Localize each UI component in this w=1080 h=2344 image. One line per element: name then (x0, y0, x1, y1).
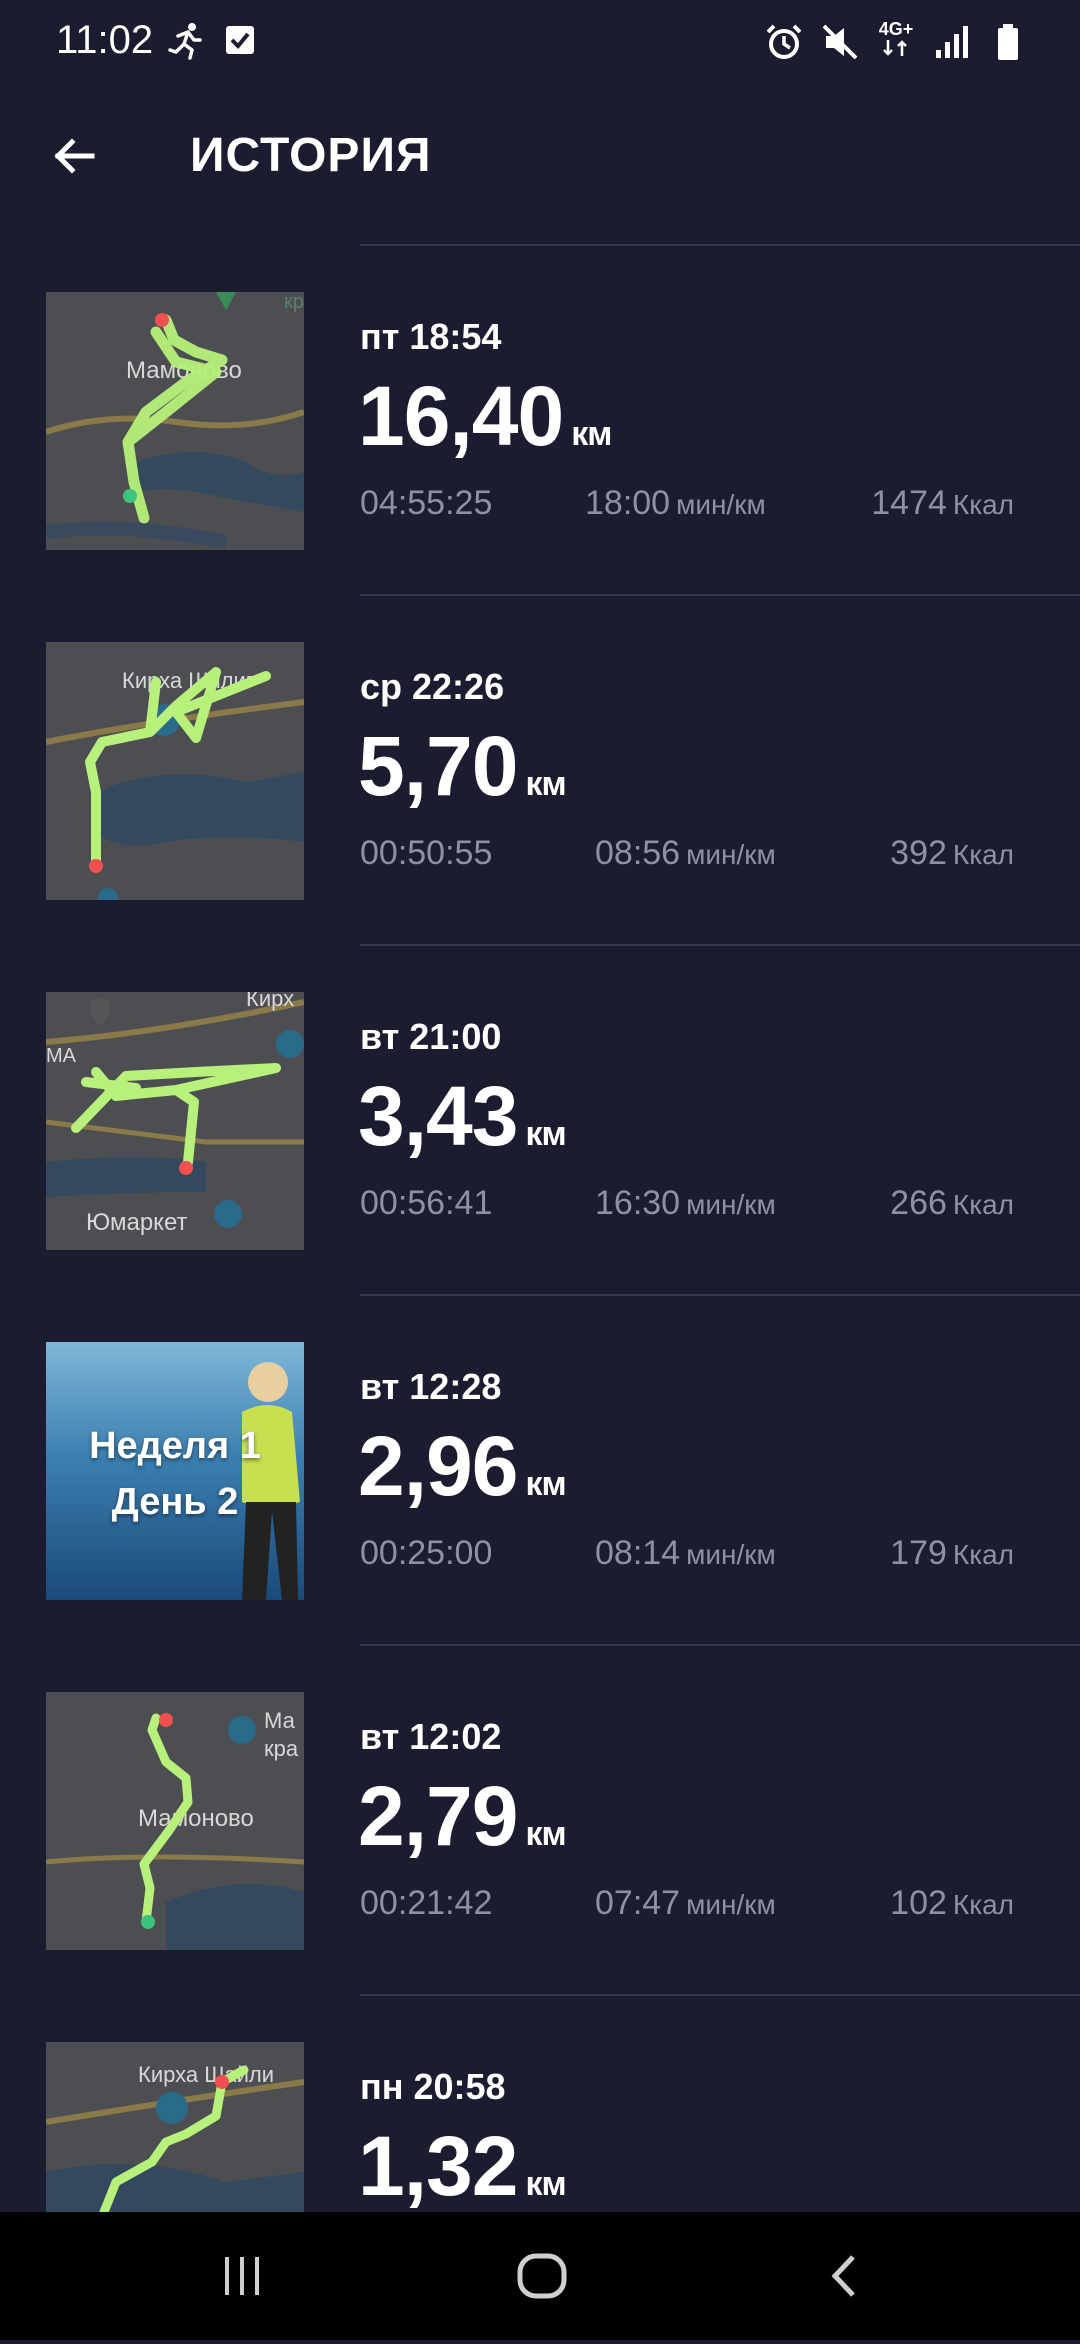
arrow-left-icon (54, 138, 95, 174)
history-item-time: пт 18:54 (360, 316, 502, 357)
history-item-time: пн 20:58 (360, 2066, 506, 2107)
pace: 07:47 мин/км (595, 1884, 776, 1922)
pace: 08:14 мин/км (595, 1534, 776, 1572)
duration: 00:50:55 (360, 834, 493, 872)
map-label: Кирха Шайли (138, 2062, 274, 2087)
history-item-time: ср 22:26 (360, 666, 505, 707)
duration: 00:21:42 (360, 1884, 493, 1922)
page-title: ИСТОРИЯ (190, 129, 432, 182)
status-time: 11:02 (56, 18, 154, 62)
duration: 00:25:00 (360, 1534, 493, 1572)
history-item[interactable]: Кирх МА Юмаркет вт 21:00 3,43 км 00:56:41… (0, 944, 1080, 1294)
recent-apps-button[interactable] (202, 2242, 282, 2310)
mute-icon (822, 24, 858, 59)
duration: 00:56:41 (360, 1184, 493, 1222)
history-item-distance: 2,96 км (358, 1419, 567, 1513)
history-item-time: вт 12:28 (360, 1366, 502, 1407)
map-label: МА (46, 1045, 77, 1067)
training-plan-thumbnail: Неделя 1 День 2 (46, 1342, 304, 1600)
pace: 08:56 мин/км (595, 834, 776, 872)
history-item-distance: 16,40 км (358, 369, 612, 463)
home-icon (517, 2253, 567, 2299)
calories: 1474 Ккал (871, 484, 1014, 522)
history-item-time: вт 12:02 (360, 1716, 502, 1757)
pace: 16:30 мин/км (595, 1184, 776, 1222)
signal-icon (936, 25, 968, 58)
route-map-thumbnail: кра Мамоново (46, 292, 304, 550)
map-label: Юмаркет (86, 1209, 187, 1236)
map-label: Мамоново (138, 1805, 254, 1832)
map-label: кра (284, 292, 304, 313)
network-label: 4G+ (876, 20, 916, 63)
map-label: Ма (264, 1708, 296, 1733)
map-label: Кирх (246, 992, 294, 1011)
history-item[interactable]: Ма кра Мамоново вт 12:02 2,79 км 00:21:42… (0, 1644, 1080, 1994)
history-item-distance: 2,79 км (358, 1769, 567, 1863)
calories: 392 Ккал (890, 834, 1014, 872)
route-map-thumbnail: Кирха Шилиг (46, 642, 304, 900)
history-item[interactable]: кра Мамоново пт 18:54 16,40км 04:55:25 1… (0, 244, 1080, 594)
back-button[interactable] (42, 124, 106, 188)
map-label: кра (264, 1736, 299, 1761)
running-icon (168, 23, 202, 60)
alarm-icon (766, 24, 802, 59)
home-button[interactable] (502, 2242, 582, 2310)
history-item-time: вт 21:00 (360, 1016, 502, 1057)
app-header: ИСТОРИЯ (0, 84, 1080, 234)
checkbox-icon (226, 26, 254, 54)
training-plan-label: Неделя 1 День 2 (89, 1425, 261, 1523)
route-map-thumbnail: Кирх МА Юмаркет (46, 992, 304, 1250)
history-item[interactable]: Кирха Шилиг ср 22:26 5,70 км 00:50:55 08:… (0, 594, 1080, 944)
history-item[interactable]: Неделя 1 День 2 вт 12:28 2,96 км 00:25:00… (0, 1294, 1080, 1644)
recent-apps-icon (225, 2257, 259, 2295)
status-bar: 11:02 4G+ (0, 0, 1080, 84)
calories: 179 Ккал (890, 1534, 1014, 1572)
history-item-distance: 5,70 км (358, 719, 567, 813)
pace: 18:00 мин/км (585, 484, 766, 522)
system-nav-bar (0, 2212, 1080, 2340)
calories: 102 Ккал (890, 1884, 1014, 1922)
history-item-distance: 3,43 км (358, 1069, 567, 1163)
calories: 266 Ккал (890, 1184, 1014, 1222)
system-back-button[interactable] (806, 2242, 886, 2310)
duration: 04:55:25 (360, 484, 493, 522)
route-map-thumbnail: Ма кра Мамоново (46, 1692, 304, 1950)
back-icon (831, 2255, 855, 2297)
battery-icon (998, 23, 1018, 60)
